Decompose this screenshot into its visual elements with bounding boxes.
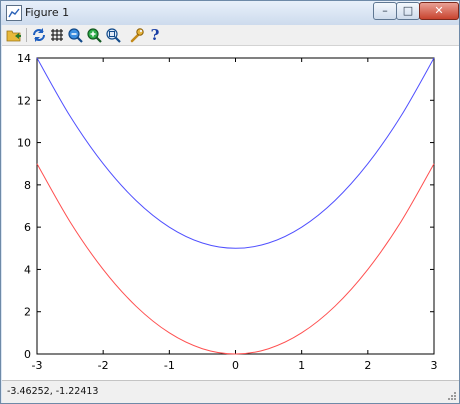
title-bar[interactable]: Figure 1 – □ ✕ <box>1 1 459 25</box>
plot-frame <box>36 57 435 355</box>
y-tick-label: 6 <box>24 221 31 234</box>
figure-app-icon <box>6 5 22 21</box>
x-tick-label: 1 <box>298 359 305 372</box>
plot-area[interactable]: -3 -2 -1 0 1 2 3 0 2 4 6 8 10 12 14 <box>2 46 459 380</box>
x-tick-label: -2 <box>98 359 109 372</box>
zoom-in-icon[interactable] <box>67 27 83 43</box>
wrench-icon[interactable] <box>129 27 145 43</box>
toolbar-separator <box>26 28 27 42</box>
toolbar: ? <box>2 25 459 46</box>
x-tick-label: 3 <box>431 359 438 372</box>
help-icon[interactable]: ? <box>147 26 163 44</box>
cursor-coordinates: -3.46252, -1.22413 <box>7 386 99 397</box>
y-tick-label: 10 <box>17 137 31 150</box>
x-tick-label: -3 <box>32 359 43 372</box>
figure-window: Figure 1 – □ ✕ ? -3 -2 -1 0 1 2 3 0 2 4 … <box>0 0 460 404</box>
x-tick-label: 2 <box>364 359 371 372</box>
y-tick-label: 2 <box>24 306 31 319</box>
status-bar: -3.46252, -1.22413 <box>2 380 459 403</box>
y-tick-label: 0 <box>24 348 31 361</box>
y-tick-label: 8 <box>24 179 31 192</box>
window-title: Figure 1 <box>25 6 70 19</box>
zoom-out-icon[interactable] <box>86 27 102 43</box>
resize-grip-icon[interactable] <box>447 391 457 401</box>
x-tick-label: -1 <box>164 359 175 372</box>
y-tick-label: 12 <box>17 94 31 107</box>
refresh-icon[interactable] <box>31 27 47 43</box>
zoom-reset-icon[interactable] <box>105 27 121 43</box>
line-chart[interactable]: -3 -2 -1 0 1 2 302468101214 <box>2 46 459 380</box>
open-folder-icon[interactable] <box>6 27 22 43</box>
maximize-button[interactable]: □ <box>396 2 420 20</box>
y-tick-label: 4 <box>24 263 31 276</box>
grid-icon[interactable] <box>49 27 65 43</box>
y-tick-label: 14 <box>17 52 31 65</box>
close-button[interactable]: ✕ <box>419 2 459 20</box>
x-tick-label: 0 <box>232 359 239 372</box>
minimize-button[interactable]: – <box>373 2 397 20</box>
